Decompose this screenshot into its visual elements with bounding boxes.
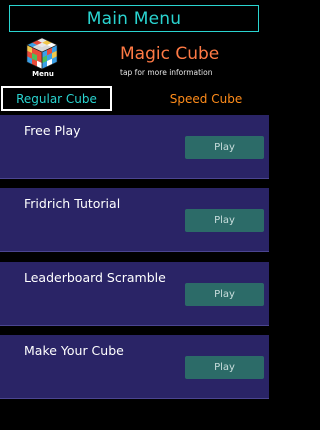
app-title[interactable]: Magic Cube [120, 44, 219, 64]
mode-title: Free Play [24, 123, 81, 138]
play-button[interactable]: Play [185, 283, 264, 306]
mode-card-fridrich-tutorial[interactable]: Fridrich Tutorial Play [0, 188, 269, 252]
play-button[interactable]: Play [185, 209, 264, 232]
app-info-hint[interactable]: tap for more information [120, 68, 212, 77]
rubiks-cube-icon [26, 37, 58, 70]
tab-regular-cube-label: Regular Cube [16, 91, 97, 106]
mode-title: Fridrich Tutorial [24, 196, 121, 211]
tab-speed-cube[interactable]: Speed Cube [150, 86, 262, 111]
tab-regular-cube[interactable]: Regular Cube [1, 86, 112, 111]
page-title: Main Menu [86, 8, 182, 29]
tab-speed-cube-label: Speed Cube [169, 91, 243, 106]
mode-title: Make Your Cube [24, 343, 124, 358]
main-menu-title-bar: Main Menu [9, 5, 259, 32]
mode-title: Leaderboard Scramble [24, 270, 166, 285]
play-button[interactable]: Play [185, 136, 264, 159]
mode-card-leaderboard-scramble[interactable]: Leaderboard Scramble Play [0, 262, 269, 326]
play-button[interactable]: Play [185, 356, 264, 379]
menu-caption: Menu [32, 70, 54, 78]
mode-card-free-play[interactable]: Free Play Play [0, 115, 269, 179]
mode-card-make-your-cube[interactable]: Make Your Cube Play [0, 335, 269, 399]
